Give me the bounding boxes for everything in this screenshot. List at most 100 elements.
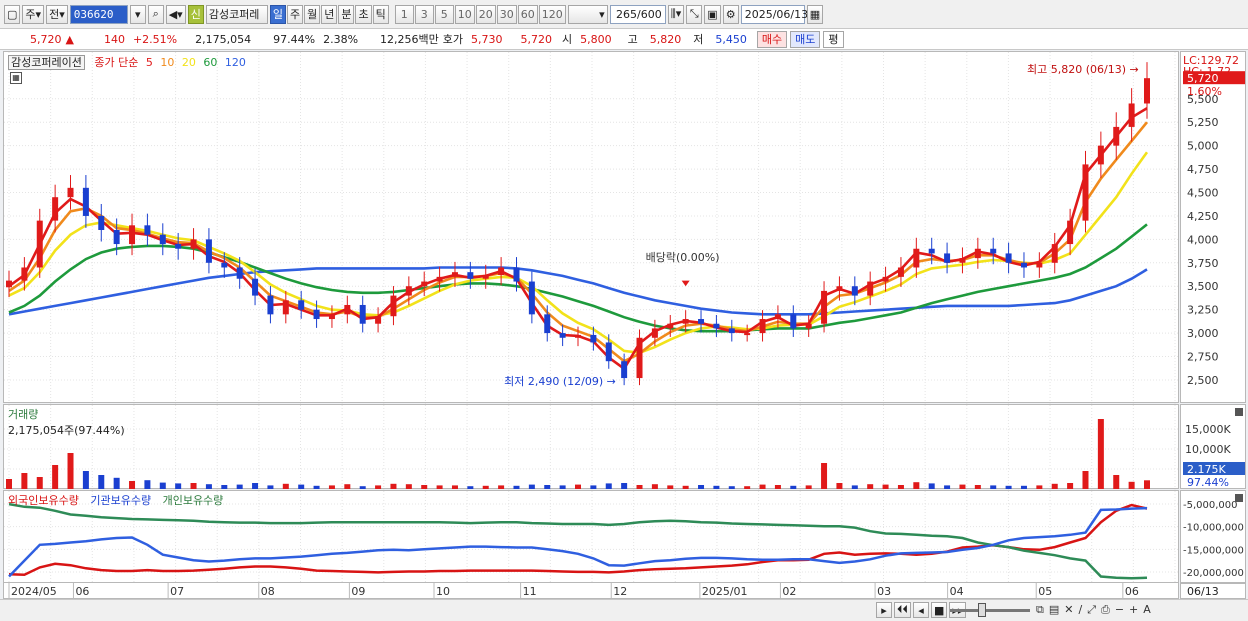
price-axis[interactable]: 2,500 2,750 3,000 3,250 3,500 3,750 4,000 4,250… bbox=[1180, 51, 1246, 403]
volume-bar bbox=[436, 485, 443, 489]
avg-button[interactable]: 평 bbox=[823, 30, 844, 48]
legend-stock-name[interactable]: 감성코퍼레이션 bbox=[8, 55, 85, 70]
period-tab-6[interactable]: 틱 bbox=[372, 4, 389, 24]
new-badge[interactable]: 신 bbox=[187, 4, 204, 24]
holdings-panel-close-icon bbox=[1235, 494, 1243, 502]
buy-button[interactable]: 매수 bbox=[756, 30, 788, 48]
candle-body bbox=[129, 225, 136, 245]
period-tabs: 일주월년분초틱 bbox=[269, 4, 389, 24]
stock-code-input[interactable]: 036620 bbox=[69, 4, 128, 24]
candle-body bbox=[959, 258, 966, 263]
volume-bar bbox=[82, 471, 89, 489]
period-tab-3[interactable]: 년 bbox=[321, 4, 338, 24]
volume-bar bbox=[974, 485, 981, 489]
price-tick-label: 4,750 bbox=[1187, 163, 1219, 176]
font-icon[interactable]: A bbox=[1143, 603, 1151, 617]
holdings-panel[interactable]: 외국인보유수량 기관보유수량 개인보유수량 bbox=[3, 490, 1180, 584]
candle-body bbox=[252, 278, 259, 296]
x-axis-labels: 2024/05 06 07 08 09 10 11 12 2025/01 02 03 04 05 06 bbox=[8, 583, 1139, 599]
count-input[interactable]: 265/600 bbox=[609, 4, 666, 24]
period-tab-4[interactable]: 분 bbox=[338, 4, 355, 24]
print-icon[interactable]: ⎙ bbox=[1101, 603, 1110, 617]
volume-bar bbox=[467, 486, 474, 489]
zoom-out-icon[interactable]: − bbox=[1115, 603, 1124, 617]
fit-icon[interactable]: ⤢ bbox=[1087, 603, 1096, 617]
volume-bar bbox=[667, 485, 674, 489]
volume-axis[interactable]: 5,000K10,000K15,000K2.175K97.44% bbox=[1180, 404, 1246, 489]
bottom-bar: ▸ ⏴⏴ ◂ ■ ▸▸ ⧉ ▤ ✕ ∕ ⤢ ⎙ − + A bbox=[0, 599, 1248, 621]
candle-body bbox=[913, 248, 920, 268]
window-icon[interactable]: ▢ bbox=[4, 4, 21, 24]
volume-bar bbox=[159, 482, 166, 489]
volume-bar bbox=[236, 484, 243, 489]
volume-bar bbox=[328, 485, 335, 489]
period-tab-2[interactable]: 월 bbox=[304, 4, 321, 24]
code-dropdown-icon[interactable]: ▾ bbox=[129, 4, 146, 24]
speaker-icon[interactable]: ◀▾ bbox=[165, 4, 186, 24]
interval-dropdown[interactable]: ▾ bbox=[567, 4, 608, 24]
interval-tab-3[interactable]: 3 bbox=[414, 4, 434, 24]
candle-body bbox=[498, 267, 505, 275]
volume-bar bbox=[621, 483, 628, 489]
x-tick-label: 10 bbox=[436, 585, 450, 598]
candle-body bbox=[344, 304, 351, 315]
period-tab-5[interactable]: 초 bbox=[355, 4, 372, 24]
line-icon[interactable]: ∕ bbox=[1078, 603, 1082, 617]
period-tab-1[interactable]: 주 bbox=[286, 4, 304, 24]
holdings-axis[interactable]: -5,000,000 -10,000,000 -15,000,000 -20,000,… bbox=[1180, 490, 1246, 583]
date-input[interactable]: 2025/06/13 bbox=[740, 4, 808, 24]
gear-icon[interactable]: ⚙ bbox=[722, 4, 739, 24]
volume-legend-title: 거래량 bbox=[8, 408, 39, 421]
price-tag: 5,720 bbox=[1187, 72, 1219, 85]
volume-panel[interactable]: 거래량 2,175,054주(97.44%) bbox=[3, 404, 1180, 490]
rewind-icon[interactable]: ⏴⏴ bbox=[894, 602, 911, 618]
candle-body bbox=[944, 253, 951, 263]
interval-tab-120[interactable]: 120 bbox=[538, 4, 566, 24]
ma-60-line bbox=[8, 223, 1148, 333]
candle-type-icon[interactable]: ⫼▾ bbox=[667, 4, 685, 24]
candle-body bbox=[774, 314, 781, 320]
search-icon[interactable]: ⌕ bbox=[147, 4, 164, 24]
zoom-slider-handle[interactable] bbox=[978, 603, 986, 617]
volume-tag-pct: 97.44% bbox=[1187, 476, 1229, 489]
candle-body bbox=[1113, 126, 1120, 146]
candle-body bbox=[759, 319, 766, 334]
volume-bar bbox=[267, 485, 274, 489]
period-tab-0[interactable]: 일 bbox=[269, 4, 286, 24]
interval-tab-20[interactable]: 20 bbox=[475, 4, 496, 24]
holdings-line-0 bbox=[8, 503, 1148, 576]
indicator-icon[interactable]: ⤡ bbox=[686, 4, 703, 24]
zoom-slider[interactable] bbox=[950, 609, 1030, 612]
ask-label: 호가 bbox=[442, 33, 464, 46]
volume-bar bbox=[867, 484, 874, 489]
price-tick-label: 2,750 bbox=[1187, 351, 1219, 364]
candle-body bbox=[98, 215, 105, 230]
period-option-select[interactable]: 전 ▾ bbox=[46, 4, 68, 24]
copy-icon[interactable]: ⧉ bbox=[1036, 603, 1044, 617]
interval-tab-30[interactable]: 30 bbox=[496, 4, 517, 24]
volume-bar bbox=[944, 485, 951, 489]
candle-body bbox=[1144, 78, 1150, 104]
sell-button[interactable]: 매도 bbox=[790, 30, 821, 48]
interval-tab-10[interactable]: 10 bbox=[454, 4, 475, 24]
back-icon[interactable]: ◂ bbox=[913, 602, 929, 618]
interval-tab-5[interactable]: 5 bbox=[434, 4, 454, 24]
interval-tab-1[interactable]: 1 bbox=[394, 4, 414, 24]
volume-bar bbox=[1036, 485, 1043, 489]
save-icon[interactable]: ▣ bbox=[704, 4, 721, 24]
zoom-in-icon[interactable]: + bbox=[1129, 603, 1138, 617]
calendar-icon[interactable]: ▦ bbox=[806, 4, 824, 24]
volume-bar bbox=[605, 483, 612, 489]
volume-bar bbox=[1128, 481, 1135, 489]
candle-body bbox=[744, 333, 751, 336]
price-panel[interactable]: 최고 5,820 (06/13) → 최저 2,490 (12/09) → 배당락(… bbox=[3, 51, 1180, 404]
period-main-select[interactable]: 주 ▾ bbox=[22, 4, 45, 24]
volume-bar bbox=[113, 477, 120, 489]
grid-icon[interactable]: ▦ bbox=[10, 72, 22, 84]
candle-body bbox=[575, 334, 581, 338]
play-icon[interactable]: ▸ bbox=[876, 602, 892, 618]
interval-tab-60[interactable]: 60 bbox=[517, 4, 538, 24]
layout-icon[interactable]: ▤ bbox=[1049, 603, 1059, 617]
stop-icon[interactable]: ■ bbox=[931, 602, 948, 618]
cross-icon[interactable]: ✕ bbox=[1064, 603, 1073, 617]
